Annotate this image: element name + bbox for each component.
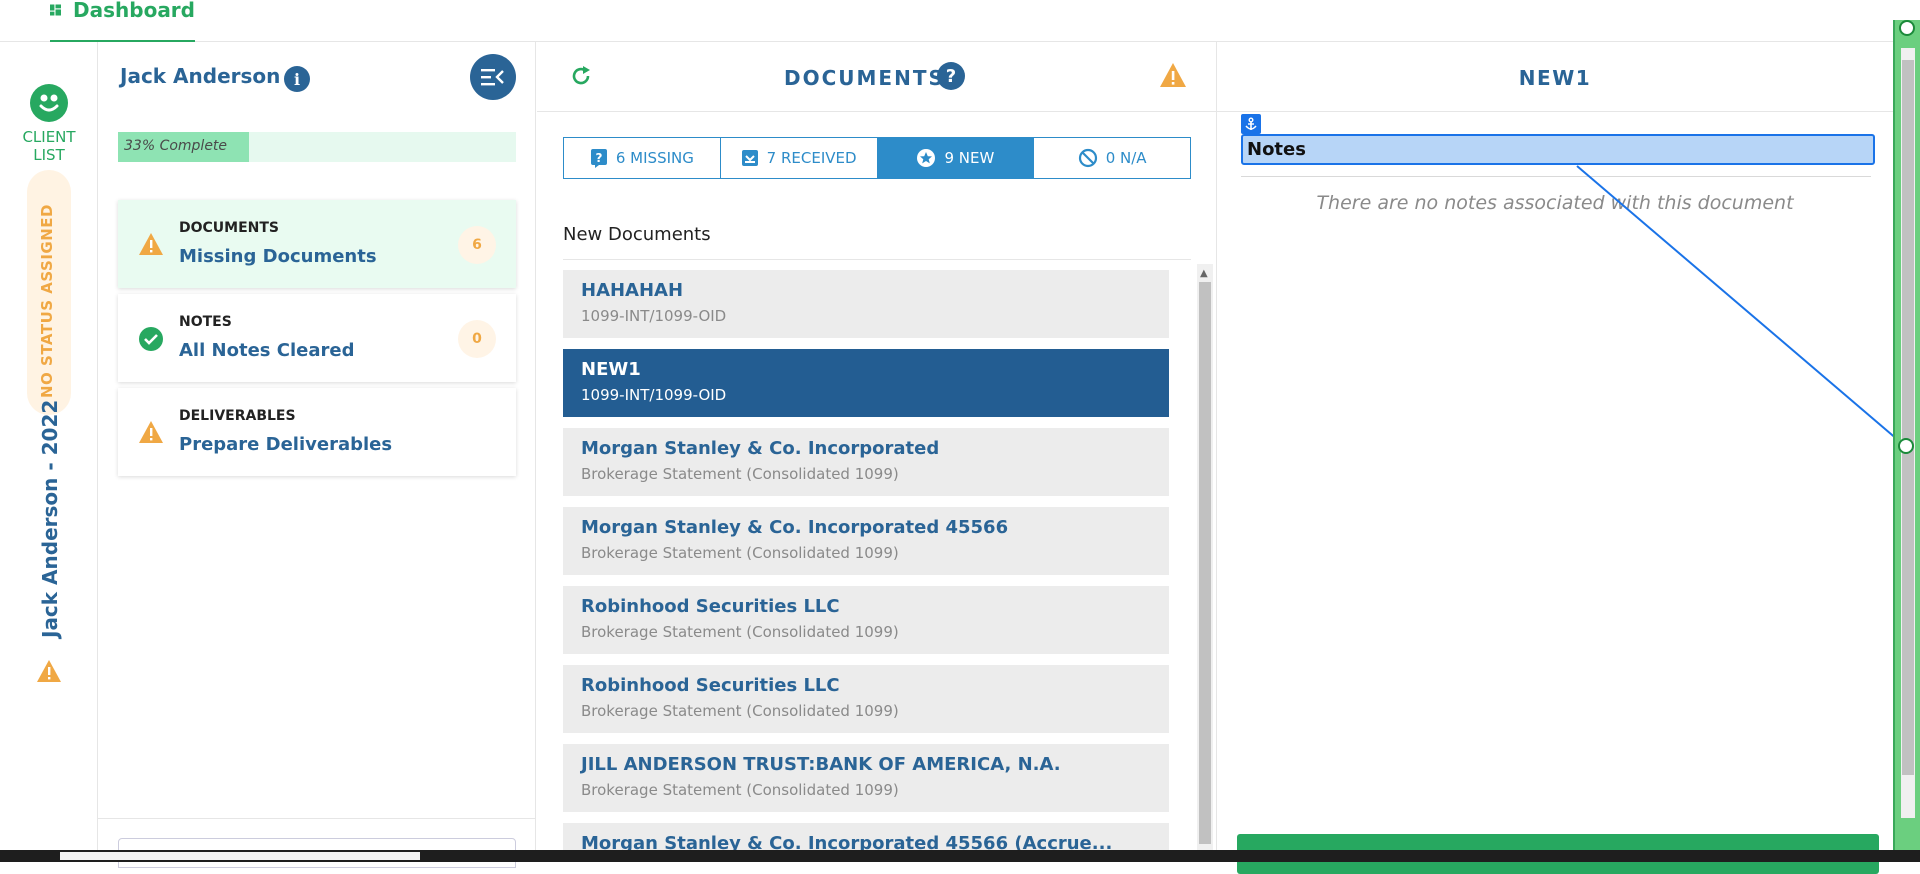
tab-missing[interactable]: ? 6 MISSING <box>564 138 721 178</box>
notes-empty-message: There are no notes associated with this … <box>1316 192 1794 214</box>
inbox-icon <box>741 149 759 167</box>
document-type: Brokerage Statement (Consolidated 1099) <box>581 465 899 483</box>
target-icon <box>1899 20 1915 36</box>
deliverables-card[interactable]: DELIVERABLES Prepare Deliverables <box>118 388 516 476</box>
section-divider <box>563 259 1191 260</box>
document-name: Robinhood Securities LLC <box>581 596 840 617</box>
card-title: DELIVERABLES <box>179 408 296 424</box>
warning-icon[interactable] <box>1159 62 1187 88</box>
refresh-icon[interactable] <box>569 64 593 88</box>
collapse-icon <box>481 69 504 86</box>
progress-bar: 33% Complete <box>118 132 516 162</box>
document-name: JILL ANDERSON TRUST:BANK OF AMERICA, N.A… <box>581 754 1061 775</box>
rail-warning-icon <box>37 660 61 682</box>
documents-card[interactable]: DOCUMENTS Missing Documents 6 <box>118 200 516 288</box>
client-list-button[interactable]: CLIENT LIST <box>0 84 98 164</box>
page-scroll-thumb[interactable] <box>1902 60 1914 775</box>
top-bar: Dashboard <box>0 0 1920 42</box>
document-type: Brokerage Statement (Consolidated 1099) <box>581 623 899 641</box>
document-name: HAHAHAH <box>581 280 684 301</box>
ban-icon <box>1078 148 1098 168</box>
client-list-icon <box>30 84 68 122</box>
documents-header: DOCUMENTS ? <box>537 42 1217 112</box>
tab-label: 6 MISSING <box>615 149 694 167</box>
svg-text:?: ? <box>595 151 602 165</box>
document-type: Brokerage Statement (Consolidated 1099) <box>581 544 899 562</box>
star-icon <box>916 148 936 168</box>
page-scrollbar[interactable] <box>1893 20 1920 850</box>
document-name: Morgan Stanley & Co. Incorporated 45566 … <box>581 833 1113 850</box>
tab-new[interactable]: 9 NEW <box>877 138 1035 178</box>
document-list: HAHAHAH 1099-INT/1099-OID NEW1 1099-INT/… <box>563 270 1169 850</box>
document-type: 1099-INT/1099-OID <box>581 386 727 404</box>
scroll-thumb[interactable] <box>1199 282 1211 844</box>
dashboard-icon <box>50 4 62 16</box>
status-label: NO STATUS ASSIGNED <box>38 204 56 398</box>
dashboard-tab[interactable]: Dashboard <box>50 0 195 42</box>
anchor-icon[interactable] <box>1241 114 1261 134</box>
document-name: NEW1 <box>581 359 641 380</box>
client-year-label: Jack Anderson - 2022 <box>38 399 62 638</box>
collapse-panel-button[interactable] <box>470 54 516 100</box>
question-icon: ? <box>590 148 608 168</box>
notes-divider <box>1241 176 1871 177</box>
notes-card[interactable]: NOTES All Notes Cleared 0 <box>118 294 516 382</box>
list-item-selected[interactable]: NEW1 1099-INT/1099-OID <box>563 349 1169 417</box>
list-item[interactable]: Morgan Stanley & Co. Incorporated 45566 … <box>563 507 1169 575</box>
dashboard-label: Dashboard <box>73 0 195 22</box>
taskbar-segment <box>60 852 420 860</box>
progress-label: 33% Complete <box>124 138 228 154</box>
notes-header[interactable]: Notes <box>1241 134 1875 165</box>
tab-label: 0 N/A <box>1105 149 1147 167</box>
card-count-badge: 6 <box>458 226 496 264</box>
document-type: Brokerage Statement (Consolidated 1099) <box>581 781 899 799</box>
list-item[interactable]: HAHAHAH 1099-INT/1099-OID <box>563 270 1169 338</box>
list-item[interactable]: JILL ANDERSON TRUST:BANK OF AMERICA, N.A… <box>563 744 1169 812</box>
info-icon[interactable]: i <box>284 66 310 92</box>
check-circle-icon <box>139 327 163 351</box>
document-list-scrollbar[interactable]: ▲ <box>1197 264 1213 850</box>
warning-icon <box>139 233 163 255</box>
detail-header: NEW1 <box>1217 42 1893 112</box>
taskbar <box>0 850 1920 862</box>
list-item[interactable]: Morgan Stanley & Co. Incorporated Broker… <box>563 428 1169 496</box>
document-status-tabs: ? 6 MISSING 7 RECEIVED 9 NEW 0 N/A <box>563 137 1191 179</box>
documents-panel: DOCUMENTS ? ? 6 MISSING 7 RECEIVED 9 NEW <box>537 42 1217 850</box>
warning-icon <box>139 421 163 443</box>
card-title: DOCUMENTS <box>179 220 280 236</box>
card-subtitle: Missing Documents <box>179 246 377 267</box>
client-panel: Jack Anderson i 33% Complete DOCUMENTS M… <box>98 42 536 868</box>
card-count-badge: 0 <box>458 320 496 358</box>
card-subtitle: All Notes Cleared <box>179 340 355 361</box>
documents-title: DOCUMENTS <box>784 66 945 90</box>
card-title: NOTES <box>179 314 232 330</box>
list-item[interactable]: Robinhood Securities LLC Brokerage State… <box>563 665 1169 733</box>
document-name: Morgan Stanley & Co. Incorporated 45566 <box>581 517 1009 538</box>
client-name: Jack Anderson <box>120 64 281 88</box>
list-item[interactable]: Morgan Stanley & Co. Incorporated 45566 … <box>563 823 1169 850</box>
document-type: Brokerage Statement (Consolidated 1099) <box>581 702 899 720</box>
section-title: New Documents <box>563 224 711 245</box>
tab-label: 9 NEW <box>944 149 995 167</box>
detail-title: NEW1 <box>1518 66 1592 90</box>
tab-label: 7 RECEIVED <box>766 149 857 167</box>
tab-na[interactable]: 0 N/A <box>1034 138 1190 178</box>
page-scroll-track <box>1901 48 1915 818</box>
document-type: 1099-INT/1099-OID <box>581 307 727 325</box>
card-subtitle: Prepare Deliverables <box>179 434 393 455</box>
scroll-up-arrow-icon[interactable]: ▲ <box>1200 268 1208 279</box>
tab-received[interactable]: 7 RECEIVED <box>721 138 878 178</box>
document-name: Robinhood Securities LLC <box>581 675 840 696</box>
list-item[interactable]: Robinhood Securities LLC Brokerage State… <box>563 586 1169 654</box>
panel-divider <box>98 818 535 819</box>
help-icon[interactable]: ? <box>937 62 965 90</box>
document-name: Morgan Stanley & Co. Incorporated <box>581 438 940 459</box>
document-detail-panel: NEW1 Notes There are no notes associated… <box>1217 42 1893 874</box>
crosshair-icon <box>1898 438 1914 454</box>
client-list-label-line1: CLIENT <box>22 128 76 146</box>
client-list-label-line2: LIST <box>33 146 65 164</box>
